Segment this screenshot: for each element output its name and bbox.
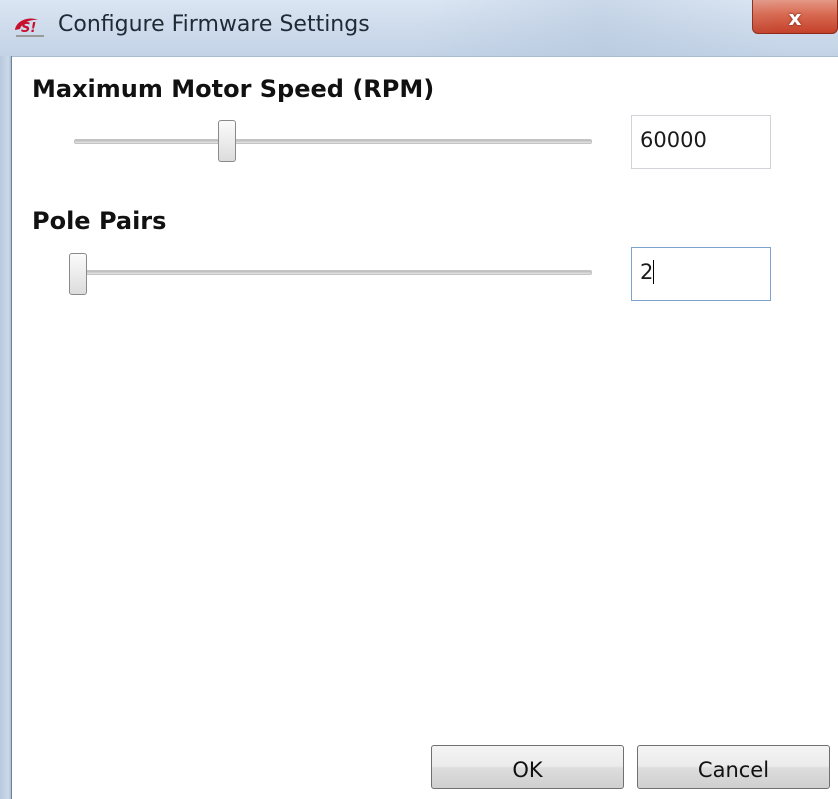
window-title: Configure Firmware Settings [58, 12, 370, 37]
dialog-content: Maximum Motor Speed (RPM) 60000 Pole Pai… [12, 57, 838, 799]
configure-firmware-dialog: S! Configure Firmware Settings x Maximum… [0, 0, 838, 799]
pole-pairs-slider-thumb[interactable] [69, 253, 87, 295]
max-speed-input[interactable]: 60000 [631, 115, 771, 169]
close-icon: x [788, 6, 802, 30]
max-speed-value: 60000 [640, 128, 707, 152]
app-logo-icon: S! [15, 18, 44, 37]
pole-pairs-label: Pole Pairs [32, 207, 167, 235]
pole-pairs-slider-track[interactable] [74, 270, 592, 275]
close-button[interactable]: x [752, 0, 838, 34]
cancel-button[interactable]: Cancel [637, 745, 830, 789]
pole-pairs-input[interactable]: 2 [631, 247, 771, 301]
max-speed-label: Maximum Motor Speed (RPM) [32, 75, 435, 103]
ok-button[interactable]: OK [431, 745, 624, 789]
window-frame [0, 56, 12, 799]
title-bar[interactable]: S! Configure Firmware Settings x [0, 0, 838, 57]
max-speed-slider-thumb[interactable] [218, 120, 236, 162]
svg-text:S!: S! [21, 21, 36, 36]
max-speed-slider-track[interactable] [74, 139, 592, 144]
pole-pairs-value: 2 [640, 260, 654, 284]
text-caret [653, 260, 655, 284]
